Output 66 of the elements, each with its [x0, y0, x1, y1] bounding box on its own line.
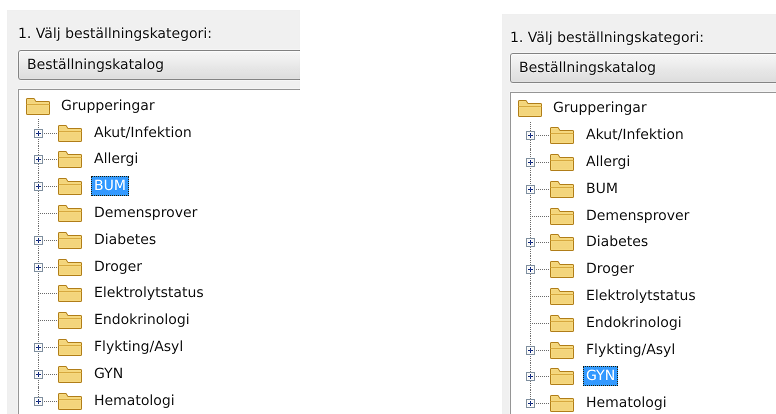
folder-icon	[549, 366, 575, 386]
expand-toggle[interactable]	[526, 158, 535, 167]
folder-icon	[549, 178, 575, 199]
folder-icon	[57, 203, 83, 224]
expand-toggle[interactable]	[34, 182, 43, 192]
expand-toggle[interactable]	[34, 155, 43, 164]
folder-icon	[57, 256, 83, 277]
tree-item[interactable]: Grupperingar	[58, 96, 158, 116]
folder-icon	[57, 364, 83, 384]
tree-item[interactable]: BUM	[583, 178, 621, 199]
folder-icon	[549, 232, 575, 252]
folder-icon	[549, 393, 575, 414]
folder-icon	[57, 122, 83, 143]
expand-toggle[interactable]	[526, 131, 535, 140]
step-label: 1. Välj beställningskategori:	[510, 30, 705, 46]
folder-icon	[549, 340, 575, 360]
tree-item[interactable]: Elektrolytstatus	[91, 283, 207, 304]
folder-icon	[57, 310, 83, 330]
folder-icon	[549, 312, 575, 333]
folder-icon	[549, 259, 575, 280]
folder-icon	[57, 230, 83, 250]
category-dropdown[interactable]: Beställningskatalog	[510, 53, 776, 83]
tree-item[interactable]: Grupperingar	[550, 98, 650, 118]
folder-icon	[549, 286, 575, 306]
expand-toggle[interactable]	[526, 238, 535, 248]
expand-toggle[interactable]	[526, 399, 535, 408]
folder-icon	[25, 96, 51, 116]
category-dropdown[interactable]: Beställningskatalog	[18, 50, 300, 80]
tree-item[interactable]: Allergi	[583, 152, 634, 172]
tree-item[interactable]: Diabetes	[91, 230, 160, 250]
folder-icon	[57, 337, 83, 357]
tree-item[interactable]: Elektrolytstatus	[583, 286, 699, 306]
expand-toggle[interactable]	[34, 236, 43, 245]
expand-toggle[interactable]	[526, 372, 535, 382]
tree-item[interactable]: Endokrinologi	[583, 312, 685, 333]
expand-toggle[interactable]	[526, 265, 535, 274]
tree-item[interactable]: Diabetes	[583, 232, 652, 252]
expand-toggle[interactable]	[526, 184, 535, 194]
folder-icon	[549, 152, 575, 172]
tree-item[interactable]: Allergi	[91, 149, 142, 170]
expand-toggle[interactable]	[34, 370, 43, 379]
step-label: 1. Välj beställningskategori:	[18, 26, 213, 44]
expand-toggle[interactable]	[34, 262, 43, 272]
expand-toggle[interactable]	[34, 128, 43, 138]
tree-item[interactable]: Droger	[91, 256, 146, 277]
expand-toggle[interactable]	[34, 343, 43, 352]
tree-item[interactable]: Hematologi	[583, 393, 670, 414]
expand-toggle[interactable]	[526, 346, 535, 355]
tree-item[interactable]: Akut/Infektion	[91, 122, 195, 143]
tree-item[interactable]: Endokrinologi	[91, 310, 193, 330]
folder-icon	[549, 206, 575, 226]
expand-toggle[interactable]	[34, 396, 43, 406]
tree-item[interactable]: Droger	[583, 259, 638, 280]
folder-icon	[57, 176, 83, 196]
tree-item[interactable]: Hematologi	[91, 390, 178, 411]
tree-item[interactable]: Akut/Infektion	[583, 125, 687, 146]
tree-item[interactable]: Flykting/Asyl	[91, 337, 186, 357]
tree-item[interactable]: Flykting/Asyl	[583, 340, 678, 360]
tree-item[interactable]: Demensprover	[91, 203, 200, 224]
folder-icon	[57, 149, 83, 170]
tree-item[interactable]: GYN	[91, 364, 126, 384]
folder-icon	[549, 125, 575, 146]
folder-icon	[57, 390, 83, 411]
folder-icon	[57, 283, 83, 304]
tree-item[interactable]: Demensprover	[583, 206, 692, 226]
folder-icon	[517, 98, 543, 118]
